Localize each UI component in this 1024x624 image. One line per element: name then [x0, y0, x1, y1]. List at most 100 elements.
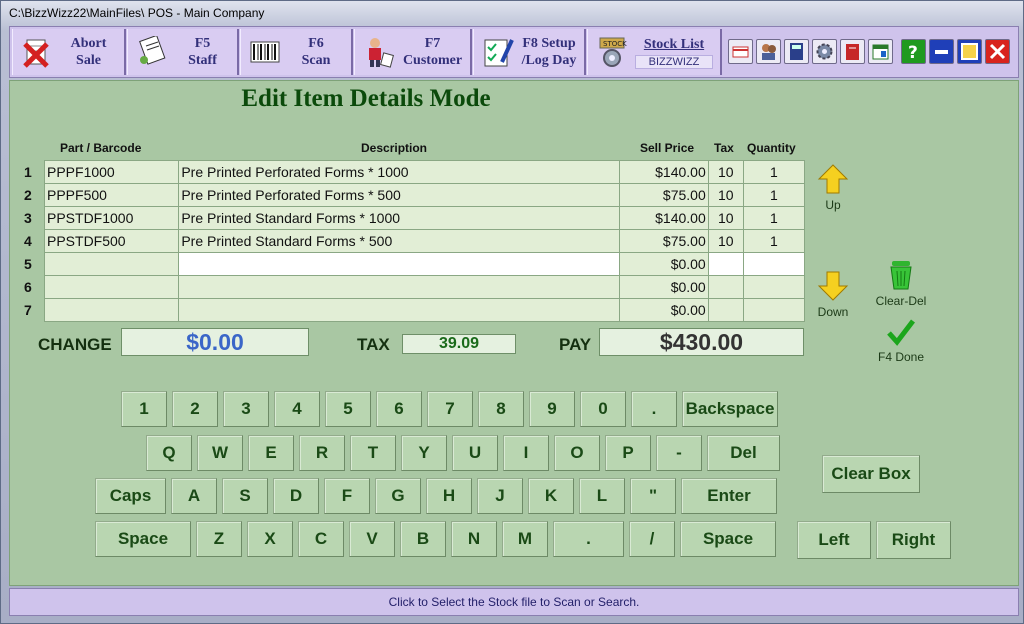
- tax-cell[interactable]: 10: [707, 206, 744, 230]
- key-c[interactable]: C: [298, 521, 344, 557]
- description-cell[interactable]: Pre Printed Standard Forms * 500: [178, 229, 620, 253]
- key-q[interactable]: Q: [146, 435, 192, 471]
- tax-cell[interactable]: 10: [707, 183, 744, 207]
- key-2[interactable]: 2: [172, 391, 218, 427]
- table-row[interactable]: PPPF1000 Pre Printed Perforated Forms * 1…: [43, 160, 806, 184]
- part-cell[interactable]: [43, 298, 180, 322]
- key-v[interactable]: V: [349, 521, 395, 557]
- gear-icon[interactable]: [812, 39, 837, 64]
- price-cell[interactable]: $0.00: [618, 252, 709, 276]
- down-button[interactable]: Down: [815, 270, 851, 319]
- price-cell[interactable]: $140.00: [618, 160, 709, 184]
- part-cell[interactable]: [43, 252, 180, 276]
- key-space[interactable]: Space: [95, 521, 191, 557]
- customer-button[interactable]: F7 Customer: [354, 29, 472, 75]
- people-icon[interactable]: [756, 39, 781, 64]
- description-cell[interactable]: [178, 275, 620, 299]
- part-cell[interactable]: PPSTDF1000: [43, 206, 180, 230]
- help-icon[interactable]: ?: [901, 39, 926, 64]
- close-icon[interactable]: [985, 39, 1010, 64]
- key-u[interactable]: U: [452, 435, 498, 471]
- price-cell[interactable]: $75.00: [618, 183, 709, 207]
- price-cell[interactable]: $140.00: [618, 206, 709, 230]
- key-x45[interactable]: -: [656, 435, 702, 471]
- key-del[interactable]: Del: [707, 435, 780, 471]
- quantity-cell[interactable]: [742, 275, 806, 299]
- price-cell[interactable]: $75.00: [618, 229, 709, 253]
- tax-cell[interactable]: [707, 298, 744, 322]
- key-0[interactable]: 0: [580, 391, 626, 427]
- left-button[interactable]: Left: [797, 521, 871, 559]
- key-o[interactable]: O: [554, 435, 600, 471]
- key-g[interactable]: G: [375, 478, 421, 514]
- tax-cell[interactable]: [707, 252, 744, 276]
- description-cell[interactable]: Pre Printed Perforated Forms * 500: [178, 183, 620, 207]
- right-button[interactable]: Right: [876, 521, 951, 559]
- key-s[interactable]: S: [222, 478, 268, 514]
- book-icon[interactable]: [840, 39, 865, 64]
- quantity-cell[interactable]: [742, 298, 806, 322]
- part-cell[interactable]: PPPF1000: [43, 160, 180, 184]
- key-1[interactable]: 1: [121, 391, 167, 427]
- table-row[interactable]: $0.00: [43, 298, 806, 322]
- key-9[interactable]: 9: [529, 391, 575, 427]
- key-enter[interactable]: Enter: [681, 478, 777, 514]
- key-m[interactable]: M: [502, 521, 548, 557]
- stock-list-button[interactable]: STOCK Stock List BIZZWIZZ: [587, 29, 722, 75]
- table-row[interactable]: PPSTDF1000 Pre Printed Standard Forms * 1…: [43, 206, 806, 230]
- abort-sale-button[interactable]: Abort Sale: [12, 29, 126, 75]
- done-button[interactable]: F4 Done: [871, 317, 931, 364]
- key-b[interactable]: B: [400, 521, 446, 557]
- description-cell[interactable]: [178, 252, 620, 276]
- key-h[interactable]: H: [426, 478, 472, 514]
- clear-del-button[interactable]: Clear-Del: [871, 259, 931, 308]
- key-7[interactable]: 7: [427, 391, 473, 427]
- up-button[interactable]: Up: [815, 163, 851, 212]
- price-cell[interactable]: $0.00: [618, 275, 709, 299]
- tax-cell[interactable]: 10: [707, 160, 744, 184]
- key-x46[interactable]: .: [631, 391, 677, 427]
- key-backspace[interactable]: Backspace: [682, 391, 778, 427]
- key-p[interactable]: P: [605, 435, 651, 471]
- key-caps[interactable]: Caps: [95, 478, 166, 514]
- price-cell[interactable]: $0.00: [618, 298, 709, 322]
- key-x46[interactable]: .: [553, 521, 624, 557]
- description-cell[interactable]: [178, 298, 620, 322]
- key-w[interactable]: W: [197, 435, 243, 471]
- calculator-icon[interactable]: [784, 39, 809, 64]
- key-l[interactable]: L: [579, 478, 625, 514]
- description-cell[interactable]: Pre Printed Standard Forms * 1000: [178, 206, 620, 230]
- key-x34[interactable]: ": [630, 478, 676, 514]
- clear-box-button[interactable]: Clear Box: [822, 455, 920, 493]
- tax-cell[interactable]: [707, 275, 744, 299]
- part-cell[interactable]: PPPF500: [43, 183, 180, 207]
- key-e[interactable]: E: [248, 435, 294, 471]
- quantity-cell[interactable]: [742, 252, 806, 276]
- table-row[interactable]: PPSTDF500 Pre Printed Standard Forms * 50…: [43, 229, 806, 253]
- staff-button[interactable]: F5 Staff: [127, 29, 239, 75]
- key-a[interactable]: A: [171, 478, 217, 514]
- key-x47[interactable]: /: [629, 521, 675, 557]
- part-cell[interactable]: PPSTDF500: [43, 229, 180, 253]
- quantity-cell[interactable]: 1: [742, 206, 806, 230]
- quantity-cell[interactable]: 1: [742, 229, 806, 253]
- maximize-icon[interactable]: [957, 39, 982, 64]
- key-j[interactable]: J: [477, 478, 523, 514]
- key-8[interactable]: 8: [478, 391, 524, 427]
- key-r[interactable]: R: [299, 435, 345, 471]
- key-n[interactable]: N: [451, 521, 497, 557]
- key-t[interactable]: T: [350, 435, 396, 471]
- key-z[interactable]: Z: [196, 521, 242, 557]
- key-d[interactable]: D: [273, 478, 319, 514]
- part-cell[interactable]: [43, 275, 180, 299]
- quantity-cell[interactable]: 1: [742, 183, 806, 207]
- key-4[interactable]: 4: [274, 391, 320, 427]
- card-icon[interactable]: [728, 39, 753, 64]
- minimize-icon[interactable]: [929, 39, 954, 64]
- key-5[interactable]: 5: [325, 391, 371, 427]
- table-row[interactable]: PPPF500 Pre Printed Perforated Forms * 50…: [43, 183, 806, 207]
- table-row[interactable]: $0.00: [43, 275, 806, 299]
- key-i[interactable]: I: [503, 435, 549, 471]
- description-cell[interactable]: Pre Printed Perforated Forms * 1000: [178, 160, 620, 184]
- key-space[interactable]: Space: [680, 521, 776, 557]
